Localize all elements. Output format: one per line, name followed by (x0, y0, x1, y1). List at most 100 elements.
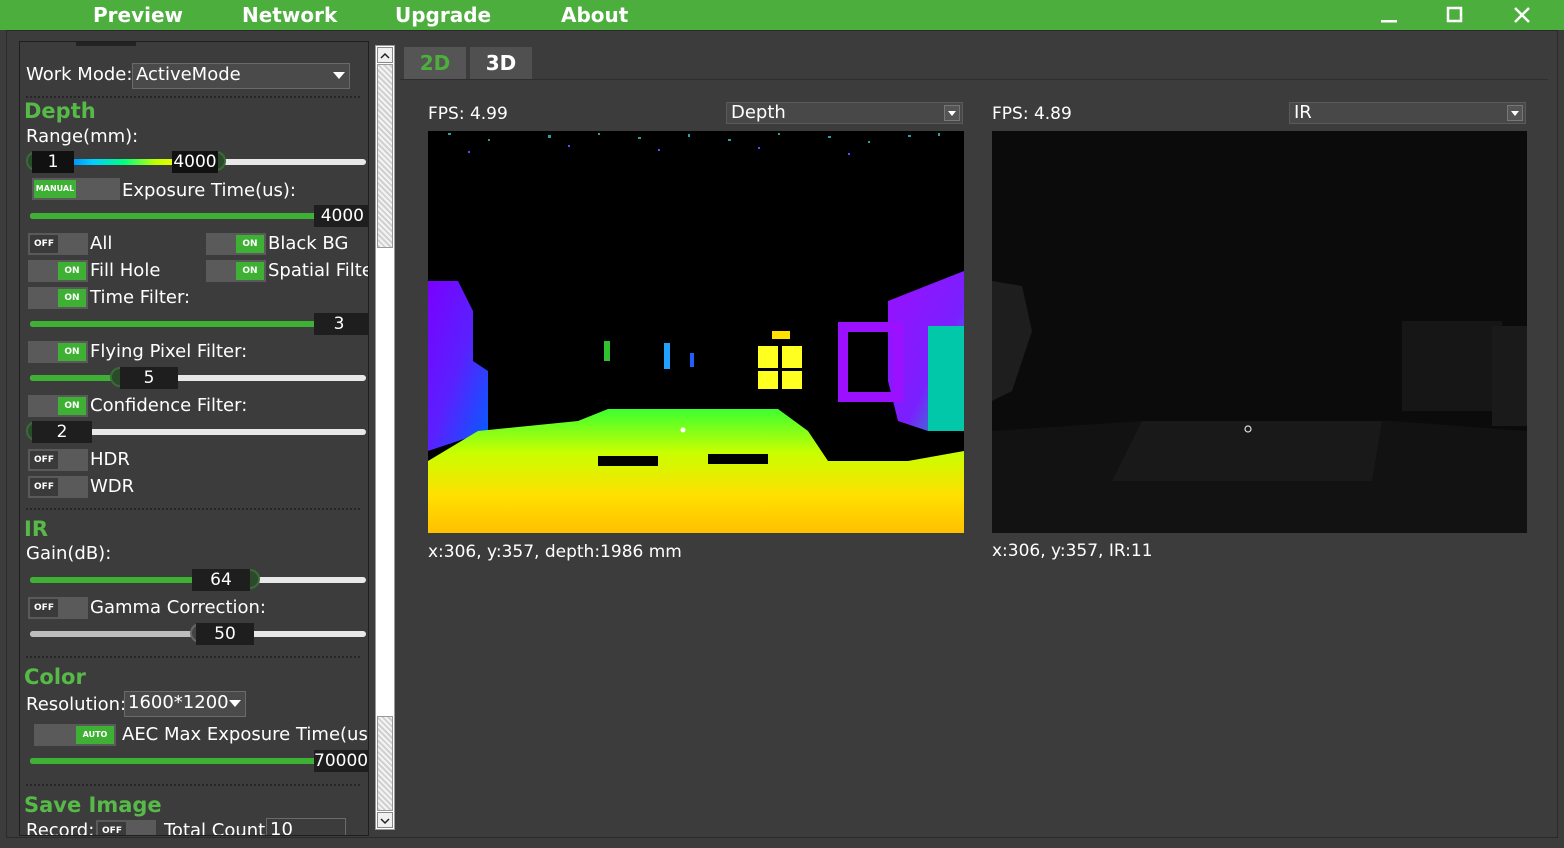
resolution-value: 1600*1200 (128, 692, 229, 713)
settings-panel: Work Mode: ActiveMode Depth Range(mm): 1… (19, 41, 369, 836)
main-frame: Work Mode: ActiveMode Depth Range(mm): 1… (6, 30, 1558, 838)
fill-hole-toggle[interactable]: ON (28, 260, 88, 282)
left-pixel-info: x:306, y:357, depth:1986 mm (428, 542, 682, 562)
spatial-filter-label: Spatial Filter (268, 260, 368, 281)
wdr-knob: OFF (30, 478, 58, 496)
right-view-value: IR (1294, 102, 1312, 123)
gain-value: 64 (192, 569, 250, 591)
confidence-toggle[interactable]: ON (28, 395, 88, 417)
range-max-value: 4000 (172, 151, 218, 173)
divider (26, 784, 360, 786)
total-count-label: Total Count: (164, 820, 272, 836)
chevron-down-icon (333, 72, 345, 79)
exposure-value: 4000 (314, 205, 368, 227)
flying-pixel-knob: ON (58, 343, 86, 361)
arrow-up-icon (380, 52, 390, 59)
view-panel: 2D 3D FPS: 4.99 Depth x:306, y:357, dept… (400, 45, 1548, 833)
record-toggle[interactable]: OFF (96, 820, 156, 835)
menu-about[interactable]: About (561, 3, 628, 27)
exposure-label: Exposure Time(us): (122, 180, 296, 201)
confidence-value: 2 (32, 421, 92, 443)
right-view-select[interactable]: IR (1289, 102, 1526, 124)
right-fps: FPS: 4.89 (992, 104, 1072, 124)
save-image-heading: Save Image (24, 793, 162, 817)
minimize-button[interactable] (1364, 0, 1414, 30)
close-button[interactable] (1497, 0, 1547, 30)
record-label: Record: (26, 820, 95, 836)
aec-value: 70000 (314, 750, 369, 772)
black-bg-knob: ON (236, 235, 264, 253)
flying-pixel-fill (30, 375, 121, 381)
work-mode-value: ActiveMode (136, 64, 241, 85)
exposure-mode-knob: MANUAL (34, 180, 76, 198)
hdr-toggle[interactable]: OFF (28, 449, 88, 471)
top-remnant (76, 42, 136, 46)
right-pixel-info: x:306, y:357, IR:11 (992, 541, 1153, 561)
scroll-up-button[interactable] (377, 47, 393, 63)
depth-image[interactable] (428, 131, 964, 533)
flying-pixel-label: Flying Pixel Filter: (90, 341, 248, 362)
chevron-down-icon (229, 700, 241, 707)
flying-pixel-slider[interactable] (30, 367, 366, 387)
scroll-down-button[interactable] (377, 812, 393, 828)
ir-heading: IR (24, 517, 48, 541)
scroll-thumb[interactable] (377, 64, 393, 248)
gamma-toggle[interactable]: OFF (28, 597, 88, 619)
depth-heading: Depth (24, 99, 96, 123)
ir-image[interactable] (992, 131, 1527, 533)
minimize-icon (1381, 20, 1397, 23)
gamma-fill (30, 631, 198, 637)
menu-network[interactable]: Network (242, 3, 337, 27)
maximize-button[interactable] (1430, 0, 1480, 30)
record-knob: OFF (98, 822, 126, 835)
left-view-value: Depth (731, 102, 786, 123)
confidence-knob: ON (58, 397, 86, 415)
all-toggle[interactable]: OFF (28, 233, 88, 255)
all-label: All (90, 233, 113, 254)
ir-scene (992, 131, 1527, 533)
chevron-down-icon (944, 105, 960, 121)
flying-pixel-toggle[interactable]: ON (28, 341, 88, 363)
spatial-filter-toggle[interactable]: ON (206, 260, 266, 282)
aec-knob: AUTO (76, 726, 114, 744)
black-bg-toggle[interactable]: ON (206, 233, 266, 255)
exposure-mode-toggle[interactable]: MANUAL (32, 178, 120, 200)
divider (26, 656, 360, 658)
aec-label: AEC Max Exposure Time(us): (122, 724, 369, 745)
menu-upgrade[interactable]: Upgrade (395, 3, 491, 27)
tab-underline (400, 79, 1548, 80)
tab-3d[interactable]: 3D (470, 47, 532, 79)
settings-scrollbar[interactable] (375, 45, 395, 830)
arrow-down-icon (380, 818, 390, 825)
wdr-toggle[interactable]: OFF (28, 476, 88, 498)
hdr-label: HDR (90, 449, 130, 470)
aec-fill (30, 758, 316, 764)
depth-scene (428, 131, 964, 533)
left-fps: FPS: 4.99 (428, 104, 508, 124)
time-filter-knob: ON (58, 289, 86, 307)
resolution-select[interactable]: 1600*1200 (124, 691, 246, 717)
work-mode-label: Work Mode: (26, 64, 133, 85)
fill-hole-knob: ON (58, 262, 86, 280)
close-icon (1514, 7, 1530, 23)
scroll-track-lower[interactable] (377, 716, 393, 811)
total-count-input[interactable]: 10 (266, 818, 346, 835)
spatial-filter-knob: ON (236, 262, 264, 280)
gain-label: Gain(dB): (26, 543, 112, 564)
range-label: Range(mm): (26, 126, 139, 147)
work-mode-select[interactable]: ActiveMode (132, 63, 350, 89)
gamma-label: Gamma Correction: (90, 597, 266, 618)
tab-2d[interactable]: 2D (404, 47, 466, 79)
aec-toggle[interactable]: AUTO (34, 724, 116, 746)
exposure-fill (30, 213, 316, 219)
left-view-select[interactable]: Depth (726, 102, 963, 124)
resolution-label: Resolution: (26, 694, 127, 715)
wdr-label: WDR (90, 476, 135, 497)
menu-preview[interactable]: Preview (93, 3, 183, 27)
black-bg-label: Black BG (268, 233, 349, 254)
title-bar: Preview Network Upgrade About (0, 0, 1564, 30)
flying-pixel-value: 5 (120, 367, 178, 389)
gamma-value: 50 (196, 623, 254, 645)
maximize-icon (1446, 6, 1463, 23)
time-filter-toggle[interactable]: ON (28, 287, 88, 309)
